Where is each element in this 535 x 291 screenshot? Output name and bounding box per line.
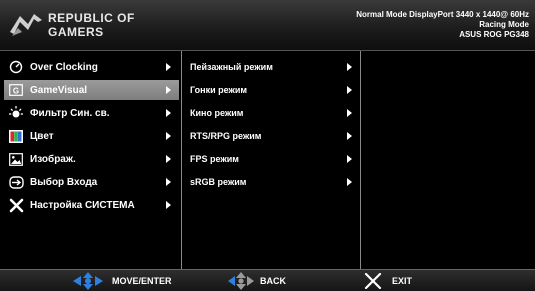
status-mode-resolution: Normal Mode DisplayPort 3440 x 1440@ 60H… <box>356 10 529 19</box>
menu-item-label: Настройка СИСТЕМА <box>30 199 135 211</box>
color-icon <box>8 128 24 144</box>
osd-footer: MOVE/ENTER BACK EXIT <box>0 269 535 291</box>
footer-move-enter-label: MOVE/ENTER <box>112 276 172 286</box>
menu-item-input-select[interactable]: Выбор Входа <box>4 172 179 192</box>
status-model: ASUS ROG PG348 <box>459 30 529 39</box>
footer-exit-label: EXIT <box>392 276 413 286</box>
submenu-item-label: FPS режим <box>190 154 239 164</box>
chevron-right-icon <box>166 109 171 117</box>
image-icon <box>8 151 24 167</box>
menu-item-over-clocking[interactable]: Over Clocking <box>4 57 179 77</box>
blue-light-icon <box>8 105 24 121</box>
footer-back[interactable]: BACK <box>226 270 286 291</box>
submenu-item-racing[interactable]: Гонки режим <box>182 80 360 100</box>
chevron-right-icon <box>347 86 352 94</box>
submenu-item-cinema[interactable]: Кино режим <box>182 103 360 123</box>
submenu-item-rts-rpg[interactable]: RTS/RPG режим <box>182 126 360 146</box>
status-info: Normal Mode DisplayPort 3440 x 1440@ 60H… <box>356 10 529 40</box>
menu-item-label: GameVisual <box>30 84 88 96</box>
menu-item-image[interactable]: Изображ. <box>4 149 179 169</box>
chevron-right-icon <box>166 155 171 163</box>
menu-item-system-setup[interactable]: Настройка СИСТЕМА <box>4 195 179 215</box>
submenu-item-label: sRGB режим <box>190 177 247 187</box>
footer-move-enter[interactable]: MOVE/ENTER <box>70 270 172 291</box>
status-game-mode: Racing Mode <box>479 20 529 29</box>
joystick-back-icon <box>228 272 254 290</box>
menu-item-label: Цвет <box>30 130 54 142</box>
submenu-item-label: Кино режим <box>190 108 244 118</box>
menu-item-label: Выбор Входа <box>30 176 98 188</box>
chevron-right-icon <box>347 109 352 117</box>
menu-item-blue-light-filter[interactable]: Фильтр Син. св. <box>4 103 179 123</box>
menu-item-label: Фильтр Син. св. <box>30 107 110 119</box>
footer-exit[interactable]: EXIT <box>364 270 412 291</box>
footer-back-label: BACK <box>260 276 286 286</box>
svg-text:G: G <box>13 86 19 95</box>
chevron-right-icon <box>166 86 171 94</box>
chevron-right-icon <box>166 178 171 186</box>
system-setup-icon <box>8 197 24 213</box>
brand-line-2: GAMERS <box>48 25 104 39</box>
sub-menu: Пейзажный режим Гонки режим Кино режим R… <box>182 51 361 269</box>
chevron-right-icon <box>166 63 171 71</box>
brand-name: REPUBLIC OF GAMERS <box>48 12 135 40</box>
joystick-navigate-icon <box>73 272 103 290</box>
rog-logo-icon <box>10 14 42 36</box>
submenu-item-fps[interactable]: FPS режим <box>182 149 360 169</box>
brand-line-1: REPUBLIC OF <box>48 11 135 25</box>
submenu-item-label: Пейзажный режим <box>190 62 273 72</box>
chevron-right-icon <box>347 63 352 71</box>
main-menu: Over Clocking G GameVisual Фильтр Син. с… <box>0 51 182 269</box>
detail-panel <box>361 51 535 269</box>
chevron-right-icon <box>166 201 171 209</box>
menu-item-label: Изображ. <box>30 153 76 165</box>
submenu-item-scenery[interactable]: Пейзажный режим <box>182 57 360 77</box>
submenu-item-label: Гонки режим <box>190 85 248 95</box>
gamevisual-icon: G <box>8 82 24 98</box>
input-icon <box>8 174 24 190</box>
monitor-osd: REPUBLIC OF GAMERS Normal Mode DisplayPo… <box>0 0 535 291</box>
osd-header: REPUBLIC OF GAMERS Normal Mode DisplayPo… <box>0 0 535 51</box>
chevron-right-icon <box>347 178 352 186</box>
chevron-right-icon <box>347 155 352 163</box>
menu-item-color[interactable]: Цвет <box>4 126 179 146</box>
menu-item-gamevisual[interactable]: G GameVisual <box>4 80 179 100</box>
speedometer-icon <box>8 59 24 75</box>
submenu-item-label: RTS/RPG режим <box>190 131 262 141</box>
menu-item-label: Over Clocking <box>30 61 98 73</box>
close-icon <box>364 273 382 289</box>
chevron-right-icon <box>166 132 171 140</box>
submenu-item-srgb[interactable]: sRGB режим <box>182 172 360 192</box>
chevron-right-icon <box>347 132 352 140</box>
